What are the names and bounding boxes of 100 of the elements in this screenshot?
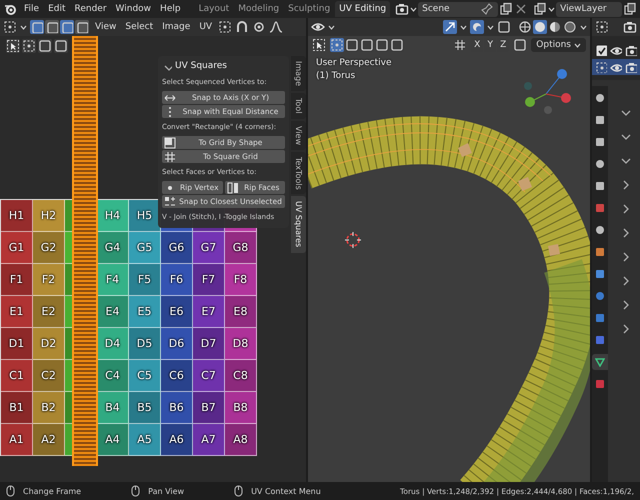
sidebar-tab[interactable]: Tool: [291, 93, 306, 119]
menu-item[interactable]: View: [92, 20, 120, 34]
cell-label: F2: [42, 273, 56, 286]
close-icon[interactable]: [514, 2, 528, 16]
options-dropdown[interactable]: Options: [531, 38, 586, 52]
cell-label: B5: [137, 401, 152, 414]
outliner-row[interactable]: [592, 59, 640, 75]
xray-icon[interactable]: [497, 20, 511, 34]
cell-label: D7: [200, 337, 216, 350]
cell-label: A6: [169, 433, 184, 446]
editor-type-icon[interactable]: [3, 20, 17, 34]
copy-icon[interactable]: [623, 2, 638, 16]
camera-icon[interactable]: [625, 61, 637, 73]
select-box-icon[interactable]: [22, 39, 36, 53]
select-extend-icon[interactable]: [38, 39, 52, 53]
ring-logo-icon[interactable]: [4, 2, 18, 16]
select-box-icon[interactable]: [375, 38, 389, 52]
viewport-info-text: User Perspective: [316, 58, 392, 68]
cell-label: E6: [170, 305, 184, 318]
cell-label: E4: [106, 305, 120, 318]
cell-label: G7: [200, 241, 216, 254]
select-tool-icon[interactable]: [6, 39, 20, 53]
cell-label: A8: [233, 433, 248, 446]
falloff-curve-icon[interactable]: [269, 20, 284, 34]
magnet-icon[interactable]: [235, 20, 250, 34]
workspace-tab[interactable]: Layout: [194, 1, 234, 17]
sidebar-tab[interactable]: View: [291, 120, 306, 150]
checkbox-icon[interactable]: [595, 44, 607, 56]
cell-label: C5: [137, 369, 152, 382]
caret-icon: [328, 24, 335, 30]
sidebar-tab[interactable]: UV Squares: [291, 196, 306, 253]
caret-icon: [487, 24, 494, 30]
copy-icon[interactable]: [499, 2, 514, 16]
select-box-icon[interactable]: [345, 38, 359, 52]
select-box-icon[interactable]: [390, 38, 404, 52]
menu-item[interactable]: Window: [112, 2, 154, 16]
menu-item[interactable]: File: [21, 2, 42, 16]
cell-label: E1: [10, 305, 24, 318]
select-mode-toggle[interactable]: [45, 20, 59, 34]
menu-item[interactable]: Select: [122, 20, 156, 34]
scene-field[interactable]: Scene: [418, 2, 498, 16]
pin-icon[interactable]: [480, 2, 494, 16]
triangle-icon: [595, 357, 605, 367]
auto-merge-icon[interactable]: [513, 38, 528, 52]
select-mode-toggle[interactable]: [75, 20, 89, 34]
select-box-icon[interactable]: [330, 38, 344, 52]
3d-cursor-icon[interactable]: [345, 232, 361, 248]
mouse-icon: [234, 485, 244, 497]
navigation-gizmo-drawing[interactable]: [522, 66, 572, 116]
view-layer-icon[interactable]: [533, 2, 548, 16]
workspace-tab[interactable]: Sculpting: [284, 1, 334, 17]
cell-label: E7: [202, 305, 216, 318]
wireframe-shading-icon[interactable]: [518, 20, 532, 34]
select-mode-toggle[interactable]: [30, 20, 44, 34]
caret-icon: [460, 24, 467, 30]
display-mode-icon[interactable]: [623, 20, 637, 34]
workspace-tab[interactable]: Modeling: [234, 1, 284, 17]
mirror-icon[interactable]: [453, 38, 468, 52]
sidebar-tab[interactable]: Image: [291, 56, 306, 92]
scene-icon[interactable]: [395, 2, 410, 16]
sidebar-tab[interactable]: TexTools: [291, 152, 306, 194]
camera-icon[interactable]: [625, 44, 637, 56]
menu-item[interactable]: Help: [157, 2, 184, 16]
workspace-tab[interactable]: UV Editing: [335, 1, 390, 17]
select-tool-icon[interactable]: [312, 38, 326, 52]
overlay-toggle-icon[interactable]: [470, 20, 484, 34]
panel-header[interactable]: UV Squares: [162, 59, 285, 73]
gizmo-toggle-icon[interactable]: [443, 20, 457, 34]
cell-label: A4: [105, 433, 120, 446]
select-mode-toggle[interactable]: [60, 20, 74, 34]
solid-shading-icon[interactable]: [533, 20, 547, 34]
cell-label: H2: [40, 209, 56, 222]
cell-label: H1: [8, 209, 24, 222]
pivot-icon[interactable]: [218, 20, 232, 34]
rendered-shading-icon[interactable]: [563, 20, 577, 34]
select-box-icon[interactable]: [360, 38, 374, 52]
proportional-icon[interactable]: [252, 20, 266, 34]
cell-label: G6: [168, 241, 184, 254]
select-subtract-icon[interactable]: [54, 39, 68, 53]
status-hint: Change Frame: [23, 486, 82, 496]
scene-name: Scene: [422, 4, 450, 14]
caret-icon: [574, 42, 581, 48]
material-shading-icon[interactable]: [548, 20, 562, 34]
cell-label: C2: [41, 369, 56, 382]
menu-item[interactable]: Image: [159, 20, 194, 34]
filter-icon[interactable]: [595, 20, 609, 34]
view-layer-field[interactable]: ViewLayer: [556, 2, 622, 16]
cell-label: F4: [106, 273, 120, 286]
cell-label: A7: [201, 433, 216, 446]
cell-label: H5: [136, 209, 152, 222]
cell-label: E2: [42, 305, 56, 318]
menu-item[interactable]: UV: [196, 20, 216, 34]
cell-label: F6: [170, 273, 184, 286]
collection-icon[interactable]: [595, 61, 607, 73]
menu-item[interactable]: Edit: [45, 2, 68, 16]
caret-icon: [410, 6, 418, 12]
cell-label: C7: [201, 369, 216, 382]
cell-label: D8: [232, 337, 248, 350]
menu-item[interactable]: Render: [72, 2, 110, 16]
properties-tab[interactable]: [592, 354, 608, 370]
